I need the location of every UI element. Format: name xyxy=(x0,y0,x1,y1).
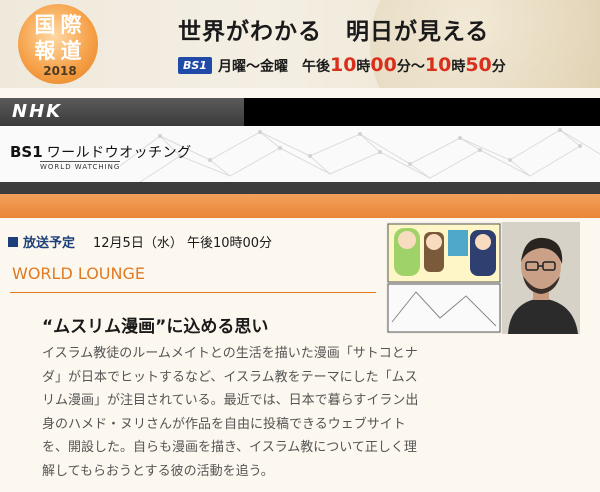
network-pattern-graphic xyxy=(120,128,600,182)
program-channel: BS1 xyxy=(10,143,43,161)
schedule-time-prefix: 午後 xyxy=(301,59,330,75)
program-name: ワールドウオッチング xyxy=(46,145,192,161)
header-black-panel xyxy=(244,98,600,126)
article-body-line: 解してもらおうとする彼の活動を追う。 xyxy=(42,463,274,479)
section-underline xyxy=(10,292,376,293)
bs1-channel-badge: BS1 xyxy=(178,57,212,74)
broadcast-schedule: BS1 月曜～金曜 午後 10 時 00 分～ 10 時 50 分 xyxy=(178,54,506,76)
logo-year: 2018 xyxy=(43,64,77,78)
start-hour: 10 xyxy=(329,54,357,76)
broadcast-datetime: 12月5日（水） 午後10時00分 xyxy=(93,236,273,251)
article-body: イスラム教徒のルームメイトとの生活を描いた漫画「サトコとナ ダ」が日本でヒットす… xyxy=(42,342,419,484)
logo-kanji-2: 際 xyxy=(60,12,82,37)
end-minute: 50 xyxy=(465,54,492,76)
end-minute-unit: 分 xyxy=(491,59,506,75)
program-subtitle: WORLD WATCHING xyxy=(40,161,121,171)
featured-photo xyxy=(386,222,580,334)
article-body-line: ダ」が日本でヒットするなど、イスラム教をテーマにした「ムス xyxy=(42,369,418,385)
nhk-header-bar: NHK xyxy=(0,98,600,126)
broadcast-label: 放送予定 xyxy=(23,236,76,251)
program-banner: 国 際 報 道 2018 世界がわかる 明日が見える BS1 月曜～金曜 午後 … xyxy=(0,0,600,88)
start-minute-unit: 分～ xyxy=(396,59,425,75)
logo-kanji: 国 際 報 道 xyxy=(32,12,84,64)
article-body-line: 身のハメド・ヌリさんが作品を自由に投稿できるウェブサイト xyxy=(42,416,406,432)
section-title: WORLD LOUNGE xyxy=(12,264,145,283)
start-minute: 00 xyxy=(370,54,397,76)
article-body-line: を、開設した。自らも漫画を描き、イスラム教について正しく理 xyxy=(42,440,417,456)
square-bullet-icon xyxy=(8,236,18,247)
end-hour: 10 xyxy=(424,54,452,76)
schedule-days: 月曜～金曜 xyxy=(217,59,288,75)
article-headline: “ムスリム漫画”に込める思い xyxy=(42,317,269,337)
divider-dark xyxy=(0,182,600,194)
program-header: BS1 ワールドウオッチング WORLD WATCHING xyxy=(0,126,600,182)
logo-kanji-1: 国 xyxy=(34,12,56,37)
start-hour-unit: 時 xyxy=(356,59,371,75)
logo-kanji-3: 報 xyxy=(34,38,56,63)
banner-tagline: 世界がわかる 明日が見える xyxy=(178,19,490,45)
end-hour-unit: 時 xyxy=(451,59,466,75)
article-body-line: リム漫画」が注目されている。最近では、日本で暮らすイラン出 xyxy=(42,393,419,409)
nhk-logo[interactable]: NHK xyxy=(12,101,62,122)
program-title[interactable]: BS1 ワールドウオッチング xyxy=(10,142,192,162)
article-body-line: イスラム教徒のルームメイトとの生活を描いた漫画「サトコとナ xyxy=(42,346,418,361)
logo-kanji-4: 道 xyxy=(60,38,82,63)
broadcast-schedule-line: 放送予定 12月5日（水） 午後10時00分 xyxy=(8,232,272,251)
kokusai-houdou-logo[interactable]: 国 際 報 道 2018 xyxy=(6,4,118,84)
divider-orange xyxy=(0,194,600,218)
manga-and-portrait-image xyxy=(386,222,580,334)
